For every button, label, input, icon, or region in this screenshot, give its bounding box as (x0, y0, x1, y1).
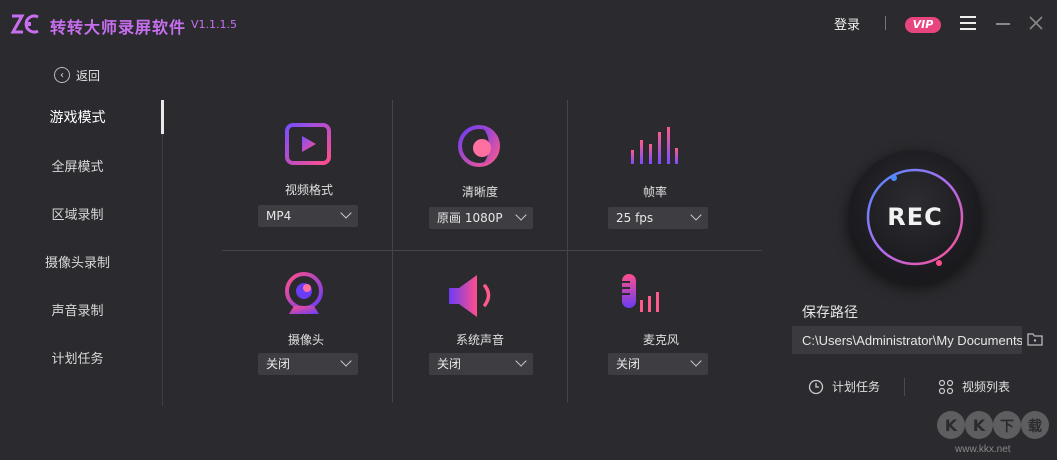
schedule-task-label: 计划任务 (832, 380, 881, 394)
clarity-icon (458, 125, 500, 167)
links-divider (904, 378, 905, 396)
sidebar-divider (162, 100, 163, 406)
back-label: 返回 (76, 68, 101, 83)
close-icon[interactable] (1028, 15, 1044, 31)
sidebar-item-schedule-task[interactable]: 计划任务 (0, 348, 155, 367)
system-audio-label: 系统声音 (455, 333, 504, 347)
schedule-task-link[interactable]: 计划任务 (808, 378, 880, 395)
camera-select[interactable]: 关闭 (258, 353, 358, 375)
svg-text:K: K (973, 416, 986, 435)
chevron-down-icon (690, 209, 702, 221)
chevron-left-icon: ‹ (54, 67, 70, 83)
sidebar-item-game-mode[interactable]: 游戏模式 (0, 107, 155, 127)
app-title: 转转大师录屏软件 (50, 18, 187, 37)
title-divider (885, 16, 886, 30)
sidebar-item-audio-record[interactable]: 声音录制 (0, 300, 155, 319)
back-button[interactable]: ‹ 返回 (54, 66, 100, 84)
sidebar-active-indicator (161, 100, 164, 134)
watermark-url: www.kkx.net (955, 444, 1011, 455)
clock-icon (808, 379, 824, 394)
record-label: REC (887, 203, 943, 231)
grid-divider-horizontal (222, 250, 762, 251)
system-audio-value: 关闭 (437, 357, 462, 371)
clarity-select[interactable]: 原画 1080P (429, 207, 533, 229)
app-version: V1.1.1.5 (191, 18, 238, 31)
chevron-down-icon (515, 355, 527, 367)
sidebar-item-camera-record[interactable]: 摄像头录制 (0, 252, 155, 271)
play-video-icon (285, 123, 331, 165)
chevron-down-icon (515, 209, 527, 221)
sidebar-item-region-record[interactable]: 区域录制 (0, 204, 155, 223)
equalizer-icon (631, 127, 678, 164)
microphone-value: 关闭 (616, 357, 641, 371)
clarity-value: 原画 1080P (437, 211, 503, 225)
svg-text:K: K (945, 416, 958, 435)
camera-value: 关闭 (266, 357, 291, 371)
frame-rate-value: 25 fps (616, 211, 654, 225)
frame-rate-label: 帧率 (642, 185, 667, 199)
video-format-select[interactable]: MP4 (258, 205, 358, 227)
svg-text:载: 载 (1028, 418, 1042, 435)
grid-divider-vertical-2 (567, 100, 568, 402)
chevron-down-icon (340, 355, 352, 367)
save-path-input[interactable]: C:\Users\Administrator\My Documents (792, 326, 1022, 354)
microphone-label: 麦克风 (642, 333, 679, 347)
minimize-icon[interactable] (996, 23, 1010, 25)
grid-divider-vertical-1 (392, 100, 393, 402)
app-logo-icon (10, 14, 39, 34)
video-list-link[interactable]: 视频列表 (938, 378, 1010, 395)
video-format-value: MP4 (266, 209, 292, 223)
clarity-label: 清晰度 (461, 185, 498, 199)
hamburger-menu-icon[interactable] (960, 16, 976, 30)
speaker-icon (449, 275, 491, 317)
camera-label: 摄像头 (287, 333, 324, 347)
folder-icon[interactable] (1027, 332, 1043, 346)
svg-text:下: 下 (1000, 419, 1014, 435)
chevron-down-icon (340, 207, 352, 219)
video-list-label: 视频列表 (962, 380, 1011, 394)
system-audio-select[interactable]: 关闭 (429, 353, 533, 375)
webcam-icon (285, 272, 323, 314)
sidebar-item-fullscreen-mode[interactable]: 全屏模式 (0, 156, 155, 175)
chevron-down-icon (690, 355, 702, 367)
vip-badge[interactable]: VIP (905, 17, 941, 33)
title-bar: 转转大师录屏软件 V1.1.1.5 登录 VIP (0, 0, 1057, 48)
grid-icon (938, 379, 954, 394)
login-button[interactable]: 登录 (834, 14, 860, 33)
save-path-label: 保存路径 (802, 305, 858, 321)
microphone-icon (620, 274, 659, 312)
microphone-select[interactable]: 关闭 (608, 353, 708, 375)
video-format-label: 视频格式 (284, 183, 333, 197)
frame-rate-select[interactable]: 25 fps (608, 207, 708, 229)
